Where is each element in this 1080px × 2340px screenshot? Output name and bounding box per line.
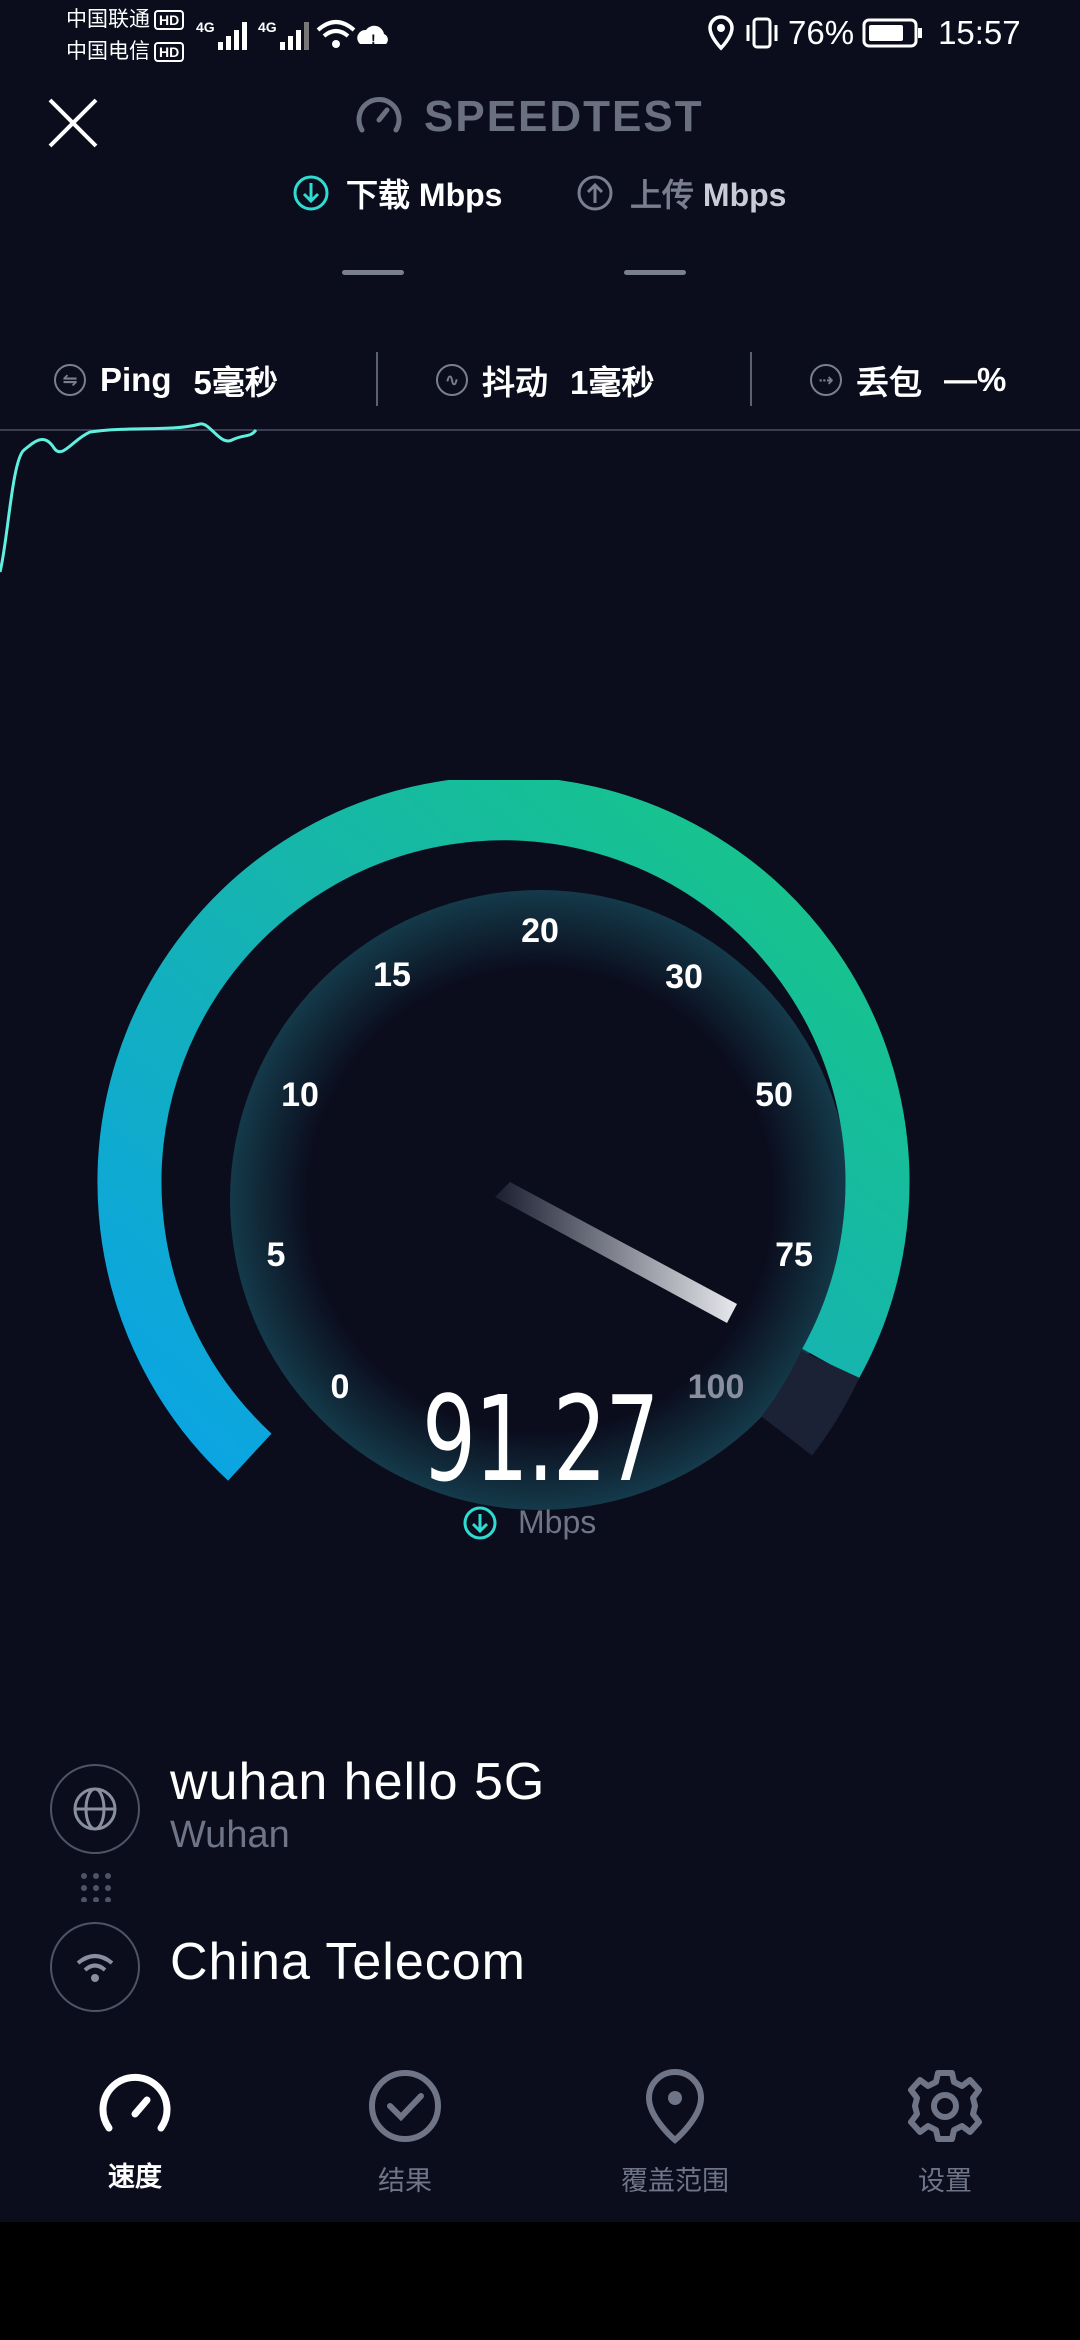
download-arrow-icon [463,1506,497,1539]
ping-label: Ping [100,361,172,398]
signal-icons: 4G 4G ! [196,14,406,59]
tick-label: 75 [775,1236,813,1274]
clock: 15:57 [938,14,1021,51]
checkmark-circle-icon [369,2070,441,2142]
packet-loss-icon: ⇢ [810,364,842,396]
nav-results-label: 结果 [378,2166,432,2196]
tick-label: 10 [281,1076,319,1114]
nav-coverage-label: 覆盖范围 [621,2166,729,2196]
nav-settings-label: 设置 [918,2166,972,2196]
close-button[interactable] [46,96,100,150]
provider-icon-ring [50,1922,140,2012]
upload-label: 上传 [630,177,695,213]
nav-speed[interactable]: 速度 [50,2068,220,2194]
divider [376,352,378,406]
map-pin-icon [645,2068,705,2144]
server-info[interactable]: wuhan hello 5G Wuhan [170,1752,545,1857]
hd-badge: HD [154,10,185,31]
server-icon-ring [50,1764,140,1854]
close-icon [48,98,98,148]
speedometer-logo-icon [356,97,402,133]
provider-name[interactable]: China Telecom [170,1932,526,1992]
carrier-2: 中国电信 [66,40,150,63]
app-logo: SPEEDTEST [354,92,704,142]
nav-speed-label: 速度 [108,2162,162,2192]
download-value-placeholder [342,270,404,275]
speed-graph [0,422,1080,573]
hd-badge: HD [154,42,185,63]
carrier-1: 中国联通 [66,8,150,31]
ping-icon: ⇋ [54,364,86,396]
nav-coverage[interactable]: 覆盖范围 [590,2068,760,2198]
globe-icon [73,1787,117,1831]
battery-icon [862,18,923,48]
system-nav-bar [0,2222,1080,2340]
speed-readout: 91.27 [340,1370,740,1508]
download-unit: Mbps [418,177,503,213]
tick-label: 50 [755,1076,793,1114]
tick-label: 30 [665,958,703,996]
server-city: Wuhan [170,1814,290,1856]
speed-unit-row: Mbps [462,1504,596,1541]
wifi-icon [76,1954,114,1982]
tick-label: 20 [521,912,559,950]
upload-value-placeholder [624,270,686,275]
packet-loss-metric: ⇢ 丢包 —% [810,356,1006,404]
gauge-remaining-arc [761,1350,860,1456]
upload-arrow-icon [577,175,613,211]
divider [750,352,752,406]
jitter-icon: ∿ [436,364,468,396]
server-name: wuhan hello 5G [170,1753,546,1811]
location-icon [708,15,734,51]
ping-metric: ⇋ Ping 5毫秒 [54,356,278,404]
app-title: SPEEDTEST [424,92,704,141]
tab-download[interactable]: 下载 Mbps [292,170,502,216]
svg-text:!: ! [371,31,376,47]
nav-results[interactable]: 结果 [320,2068,490,2198]
upload-unit: Mbps [702,177,787,213]
battery-percent: 76% [788,14,855,51]
packet-loss-value: —% [944,361,1007,398]
connector-dots [81,1873,111,1902]
vibrate-icon [746,17,778,49]
tab-upload[interactable]: 上传 Mbps [576,170,786,216]
speed-unit: Mbps [518,1504,597,1540]
tick-label: 15 [373,956,411,994]
tick-label: 5 [267,1236,286,1274]
speed-value: 91.27 [421,1370,659,1508]
network-type-2: 4G [258,19,277,35]
jitter-metric: ∿ 抖动 1毫秒 [436,356,654,404]
speedometer-icon [99,2073,171,2132]
ping-value: 5毫秒 [193,364,278,401]
status-carriers: 中国联通 HD 中国电信 HD [66,4,185,68]
jitter-label: 抖动 [482,364,548,401]
download-arrow-icon [293,175,329,211]
network-type-1: 4G [196,19,215,35]
packet-loss-label: 丢包 [856,364,922,401]
graph-line [0,422,258,573]
gear-icon [908,2070,982,2142]
jitter-value: 1毫秒 [570,364,655,401]
download-label: 下载 [346,177,411,213]
nav-settings[interactable]: 设置 [860,2068,1030,2198]
status-right: 76% 15:57 [706,14,1021,52]
